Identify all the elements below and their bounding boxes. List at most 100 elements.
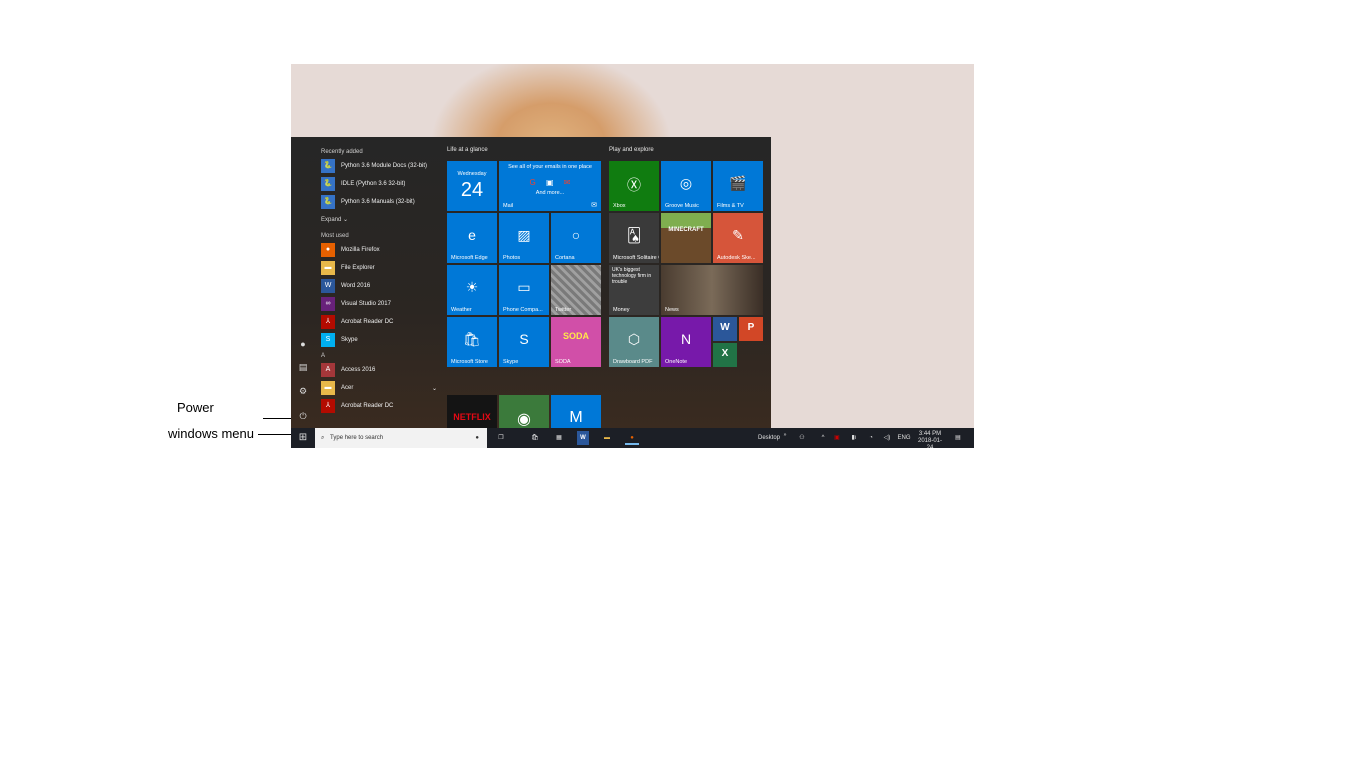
play-group-header: Play and explore <box>609 147 654 153</box>
app-list-item[interactable]: ▬ Acer ⌄ <box>321 379 441 397</box>
clock-date: 2018-01-24 <box>917 438 943 448</box>
app-list-item[interactable]: ● Mozilla Firefox <box>321 241 441 259</box>
store-tile-label: Microsoft Store <box>451 359 488 365</box>
folder-icon: ▬ <box>321 261 335 275</box>
drawboard-icon: ⬡ <box>627 331 641 347</box>
network-icon[interactable]: ▮ı <box>849 431 859 445</box>
gmail-icon: ✉ <box>563 178 571 187</box>
desktop-toolbar-label[interactable]: Desktop <box>757 431 781 445</box>
task-view-icon[interactable]: ❐ <box>495 431 507 445</box>
search-icon: ⌕ <box>321 435 325 441</box>
skype-tile[interactable]: S Skype <box>499 317 549 367</box>
letter-a-header[interactable]: A <box>321 351 441 361</box>
drawboard-tile-label: Drawboard PDF <box>613 359 653 365</box>
drawboard-tile[interactable]: ⬡ Drawboard PDF <box>609 317 659 367</box>
app-list-item[interactable]: ⅄ Acrobat Reader DC <box>321 397 441 415</box>
films-tile[interactable]: 🎬 Films & TV <box>713 161 763 211</box>
clock[interactable]: 3:44 PM 2018-01-24 <box>915 431 945 448</box>
taskbar-search-box[interactable]: ⌕ Type here to search ● <box>315 428 487 448</box>
calendar-date: 24 <box>460 179 484 201</box>
antivirus-tray-icon[interactable]: ▣ <box>833 431 841 445</box>
wifi-icon[interactable]: ◔ <box>867 431 875 445</box>
app-list-item[interactable]: 🐍 IDLE (Python 3.6 32-bit) <box>321 175 441 193</box>
phone-tile[interactable]: ▭ Phone Compa... <box>499 265 549 315</box>
edge-icon: e <box>468 227 476 243</box>
windows-menu-annotation: windows menu <box>168 426 254 441</box>
python-icon: 🐍 <box>321 159 335 173</box>
app-list-item[interactable]: W Word 2016 <box>321 277 441 295</box>
show-hidden-icons-chevron[interactable]: ^ <box>819 431 827 445</box>
app-list-item-label: File Explorer <box>341 265 375 271</box>
solitaire-tile[interactable]: 🂡 Microsoft Solitaire Collection <box>609 213 659 263</box>
windows-start-button[interactable]: ⊞ <box>295 431 311 445</box>
python-icon: 🐍 <box>321 195 335 209</box>
sketchbook-tile[interactable]: ✎ Autodesk Ske... <box>713 213 763 263</box>
expand-button[interactable]: Expand ⌄ <box>321 211 441 229</box>
groove-tile-label: Groove Music <box>665 203 699 209</box>
news-tile[interactable]: News <box>661 265 763 315</box>
weather-tile[interactable]: ☀ Weather <box>447 265 497 315</box>
chevron-down-icon[interactable]: ⌄ <box>432 385 437 392</box>
powerpoint-tile[interactable]: P <box>739 317 763 341</box>
edge-tile[interactable]: e Microsoft Edge <box>447 213 497 263</box>
volume-icon[interactable]: ◁) <box>883 431 891 445</box>
app-list-item[interactable]: 🐍 Python 3.6 Module Docs (32-bit) <box>321 157 441 175</box>
mcafee-icon: M <box>569 409 583 426</box>
app-list-item[interactable]: A Access 2016 <box>321 361 441 379</box>
twitter-tile[interactable]: Twitter <box>551 265 601 315</box>
action-center-icon[interactable]: ▤ <box>953 431 963 445</box>
windows-menu-annotation-line <box>258 434 291 435</box>
app-list-item[interactable]: 🐍 Python 3.6 Manuals (32-bit) <box>321 193 441 211</box>
xbox-tile-label: Xbox <box>613 203 626 209</box>
weather-tile-label: Weather <box>451 307 472 313</box>
mail-text: See all of your emails in one place <box>508 164 592 170</box>
people-icon[interactable]: ⚇ <box>797 431 807 445</box>
mail-more: And more... <box>535 190 565 196</box>
app-list-item-label: Mozilla Firefox <box>341 247 380 253</box>
firefox-icon: ● <box>321 243 335 257</box>
skype-tile-label: Skype <box>503 359 519 365</box>
power-icon[interactable]: ⏻ <box>296 409 310 423</box>
xbox-tile[interactable]: Ⓧ Xbox <box>609 161 659 211</box>
groove-tile[interactable]: ◎ Groove Music <box>661 161 711 211</box>
taskbar-word-icon[interactable]: W <box>577 431 589 445</box>
skype-icon: S <box>321 333 335 347</box>
sketchbook-tile-label: Autodesk Ske... <box>717 255 756 261</box>
app-list-item[interactable]: ∞ Visual Studio 2017 <box>321 295 441 313</box>
recently-added-header: Recently added <box>321 149 363 155</box>
microphone-icon[interactable]: ● <box>475 428 479 448</box>
money-headline: UK's biggest technology firm in trouble <box>612 267 652 285</box>
minecraft-icon: MINECRAFT <box>668 227 704 233</box>
acrobat-icon: ⅄ <box>321 399 335 413</box>
soda-tile[interactable]: SODA SODA <box>551 317 601 367</box>
cortana-tile[interactable]: ○ Cortana <box>551 213 601 263</box>
taskbar-file-explorer-icon[interactable]: ▬ <box>601 431 613 445</box>
acrobat-icon: ⅄ <box>321 315 335 329</box>
photos-tile[interactable]: ▨ Photos <box>499 213 549 263</box>
word-tile[interactable]: W <box>713 317 737 341</box>
netflix-icon: NETFLIX <box>453 412 491 422</box>
life-group-header: Life at a glance <box>447 147 488 153</box>
app-list-item[interactable]: ▬ File Explorer <box>321 259 441 277</box>
taskbar-calculator-icon[interactable]: ▦ <box>553 431 565 445</box>
xbox-icon: Ⓧ <box>627 177 641 193</box>
documents-icon[interactable]: ▤ <box>296 360 310 374</box>
power-annotation: Power <box>177 400 214 415</box>
store-tile[interactable]: 🛍 Microsoft Store <box>447 317 497 367</box>
taskbar-firefox-icon[interactable]: ● <box>625 431 639 445</box>
minecraft-tile[interactable]: MINECRAFT <box>661 213 711 263</box>
user-icon[interactable]: ● <box>296 337 310 351</box>
app-list-item[interactable]: ⅄ Acrobat Reader DC <box>321 313 441 331</box>
app-list-item[interactable]: S Skype <box>321 331 441 349</box>
soda-tile-label: SODA <box>555 359 571 365</box>
calendar-tile[interactable]: Wednesday 24 <box>447 161 497 211</box>
language-indicator[interactable]: ENG <box>897 431 911 445</box>
onenote-tile[interactable]: N OneNote <box>661 317 711 367</box>
desktop-toolbar-chevron-icon[interactable]: » <box>781 428 789 442</box>
taskbar-store-icon[interactable]: 🛍 <box>529 431 541 445</box>
news-tile-label: News <box>665 307 679 313</box>
settings-icon[interactable]: ⚙ <box>296 384 310 398</box>
phone-tile-label: Phone Compa... <box>503 307 543 313</box>
excel-tile[interactable]: X <box>713 343 737 367</box>
mail-tile[interactable]: See all of your emails in one place G ▣ … <box>499 161 601 211</box>
